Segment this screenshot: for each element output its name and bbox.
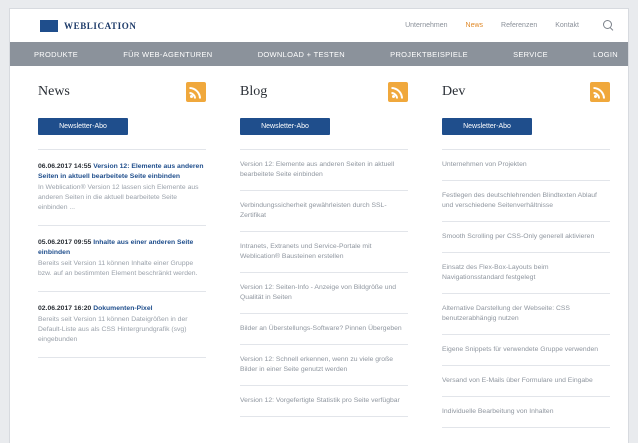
nav-item-projektbeispiele[interactable]: PROJEKTBEISPIELE: [390, 50, 468, 59]
toplink-news[interactable]: News: [466, 22, 484, 29]
news-date: 05.06.2017 09:55: [38, 239, 92, 246]
blog-newsletter-button[interactable]: Newsletter-Abo: [240, 118, 330, 135]
blog-column: Blog Newsletter-Abo Version 12: Elemente…: [240, 81, 408, 428]
blog-item[interactable]: Version 12: Schnell erkennen, wenn zu vi…: [240, 345, 408, 386]
blog-item[interactable]: Bilder an Überstellungs-Software? Pinnen…: [240, 314, 408, 345]
news-title: News: [38, 84, 70, 99]
logo-mark: [40, 19, 58, 32]
dev-item[interactable]: Alternative Darstellung der Webseite: CS…: [442, 294, 610, 335]
top-bar: WEBLICATION Unternehmen News Referenzen …: [10, 9, 628, 42]
blog-list: Version 12: Elemente aus anderen Seiten …: [240, 149, 408, 417]
blog-item[interactable]: Version 12: Elemente aus anderen Seiten …: [240, 150, 408, 191]
dev-item[interactable]: Eigene Snippets für verwendete Gruppe ve…: [442, 335, 610, 366]
nav-item-produkte[interactable]: PRODUKTE: [34, 50, 78, 59]
toplink-kontakt[interactable]: Kontakt: [555, 22, 579, 29]
main-nav: PRODUKTE FÜR WEB-AGENTUREN DOWNLOAD + TE…: [10, 42, 628, 66]
news-link[interactable]: Dokumenten-Pixel: [93, 305, 152, 312]
toplink-unternehmen[interactable]: Unternehmen: [405, 22, 447, 29]
dev-column: Dev Newsletter-Abo Unternehmen von Proje…: [442, 81, 610, 428]
news-header: News: [38, 81, 206, 103]
news-item[interactable]: 05.06.2017 09:55 Inhalte aus einer ander…: [38, 226, 206, 292]
news-column: News Newsletter-Abo 06.06.2017 14:55 Ver…: [38, 81, 206, 428]
dev-newsletter-button[interactable]: Newsletter-Abo: [442, 118, 532, 135]
dev-list: Unternehmen von Projekten Festlegen des …: [442, 149, 610, 428]
dev-item[interactable]: Unternehmen von Projekten: [442, 150, 610, 181]
dev-title: Dev: [442, 84, 466, 99]
nav-item-login[interactable]: LOGIN: [593, 50, 618, 59]
dev-item[interactable]: Individuelle Bearbeitung von Inhalten: [442, 397, 610, 428]
logo-text: WEBLICATION: [64, 20, 137, 31]
blog-title: Blog: [240, 84, 268, 99]
news-item[interactable]: 02.06.2017 16:20 Dokumenten-Pixel Bereit…: [38, 292, 206, 358]
dev-header: Dev: [442, 81, 610, 103]
rss-icon[interactable]: [186, 82, 206, 102]
blog-item[interactable]: Intranets, Extranets und Service-Portale…: [240, 232, 408, 273]
dev-item[interactable]: Smooth Scrolling per CSS-Only generell a…: [442, 222, 610, 253]
dev-item[interactable]: Versand von E-Mails über Formulare und E…: [442, 366, 610, 397]
dev-item[interactable]: Einsatz des Flex-Box-Layouts beim Naviga…: [442, 253, 610, 294]
news-excerpt: Bereits seit Version 11 können Inhalte e…: [38, 260, 198, 277]
news-excerpt: Bereits seit Version 11 können Dateigröß…: [38, 316, 188, 343]
browser-page: WEBLICATION Unternehmen News Referenzen …: [9, 8, 629, 443]
blog-header: Blog: [240, 81, 408, 103]
blog-item[interactable]: Version 12: Seiten-Info - Anzeige von Bi…: [240, 273, 408, 314]
news-newsletter-button[interactable]: Newsletter-Abo: [38, 118, 128, 135]
news-item[interactable]: 06.06.2017 14:55 Version 12: Elemente au…: [38, 150, 206, 226]
nav-item-service[interactable]: SERVICE: [513, 50, 548, 59]
toplink-referenzen[interactable]: Referenzen: [501, 22, 537, 29]
content-columns: News Newsletter-Abo 06.06.2017 14:55 Ver…: [38, 81, 610, 428]
news-excerpt: In Weblication® Version 12 lassen sich E…: [38, 184, 199, 211]
blog-item[interactable]: Verbindungssicherheit gewährleisten durc…: [240, 191, 408, 232]
news-list: 06.06.2017 14:55 Version 12: Elemente au…: [38, 149, 206, 358]
rss-icon[interactable]: [388, 82, 408, 102]
blog-item[interactable]: Version 12: Vorgefertigte Statistik pro …: [240, 386, 408, 417]
news-date: 06.06.2017 14:55: [38, 163, 92, 170]
search-icon[interactable]: [603, 20, 614, 31]
dev-item[interactable]: Festlegen des deutschlehrenden Blindtext…: [442, 181, 610, 222]
nav-item-download[interactable]: DOWNLOAD + TESTEN: [258, 50, 345, 59]
news-date: 02.06.2017 16:20: [38, 305, 92, 312]
nav-item-web-agenturen[interactable]: FÜR WEB-AGENTUREN: [123, 50, 212, 59]
rss-icon[interactable]: [590, 82, 610, 102]
top-links: Unternehmen News Referenzen Kontakt: [405, 20, 614, 31]
logo[interactable]: WEBLICATION: [40, 19, 137, 32]
